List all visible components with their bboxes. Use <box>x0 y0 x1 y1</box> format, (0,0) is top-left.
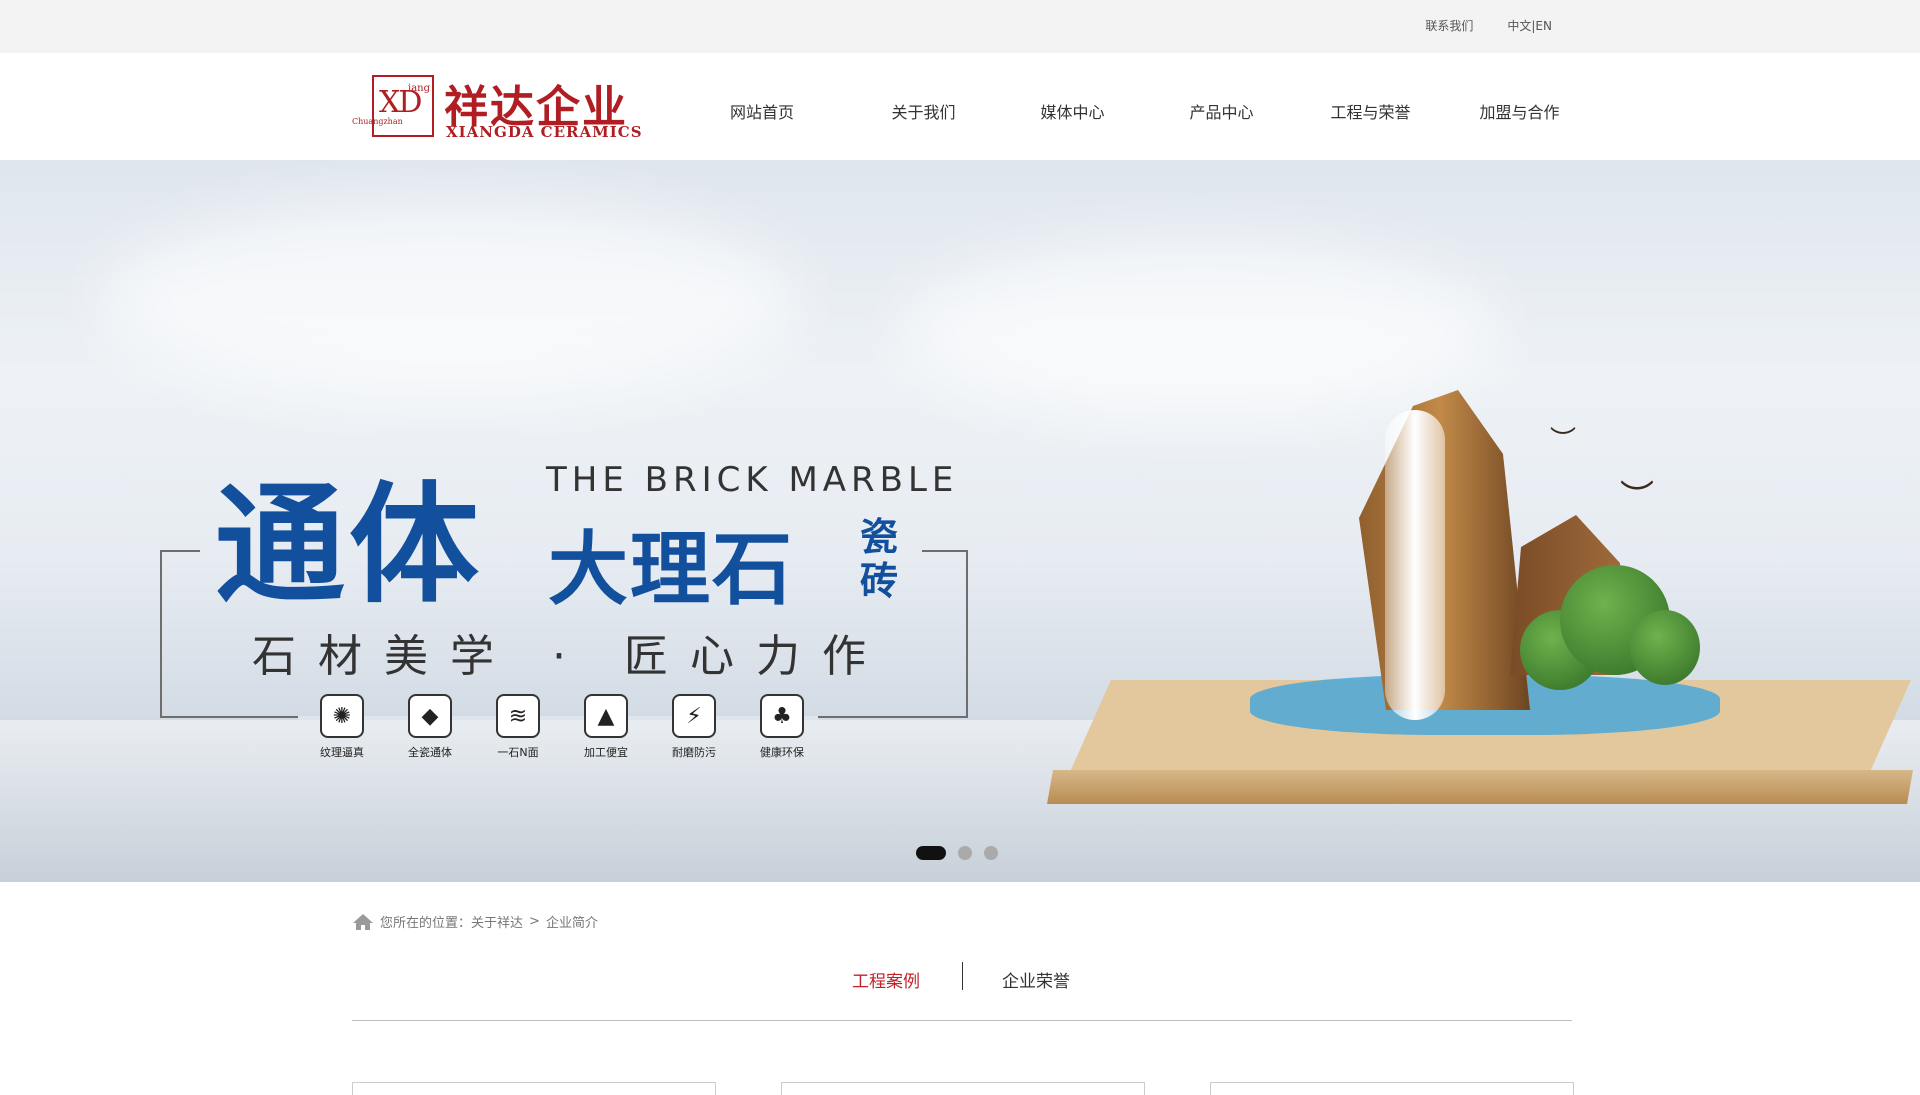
banner-small-text: 瓷砖 <box>860 515 899 603</box>
tree <box>1630 610 1700 685</box>
top-bar: 联系我们 中文|EN <box>0 0 1920 53</box>
diamond-icon: ◆ <box>408 694 452 738</box>
main-nav: 网站首页 关于我们 媒体中心 产品中心 工程与荣誉 加盟与合作 <box>700 99 1600 123</box>
frame-line <box>160 550 200 552</box>
feature-label: 健康环保 <box>760 746 804 759</box>
nav-about[interactable]: 关于我们 <box>849 99 998 123</box>
nav-home[interactable]: 网站首页 <box>700 99 849 123</box>
section-divider <box>352 1020 1572 1021</box>
logo-english-name: XIANGDA CERAMICS <box>446 123 643 141</box>
breadcrumb: 您所在的位置： 关于祥达 > 企业简介 <box>352 912 598 931</box>
top-links: 联系我们 中文|EN <box>1425 17 1552 34</box>
feature-item: ≋ 一石N面 <box>496 694 540 760</box>
logo[interactable]: XD iang Chuangzhan 祥达企业 XIANGDA CERAMICS <box>352 73 652 143</box>
island-illustration: ︶ ︶ <box>1047 310 1920 810</box>
feature-label: 全瓷通体 <box>408 746 452 759</box>
slide-dot-3[interactable] <box>984 846 998 860</box>
slide-dot-2[interactable] <box>958 846 972 860</box>
contact-link[interactable]: 联系我们 <box>1425 17 1473 34</box>
feature-item: ⚡ 耐磨防污 <box>672 694 716 760</box>
feature-label: 加工便宜 <box>584 746 628 759</box>
logo-mark: XD iang <box>372 75 434 137</box>
slide-dots <box>916 846 998 860</box>
texture-icon: ✺ <box>320 694 364 738</box>
case-card[interactable] <box>1210 1082 1574 1095</box>
breadcrumb-current[interactable]: 企业简介 <box>546 912 598 931</box>
breadcrumb-about[interactable]: 关于祥达 <box>471 912 523 931</box>
frame-line <box>922 550 968 552</box>
case-cards <box>352 1082 1574 1095</box>
eagle-icon: ︶ <box>1620 478 1654 518</box>
banner-english: THE BRICK MARBLE <box>546 460 959 500</box>
tab-project-cases[interactable]: 工程案例 <box>852 967 920 992</box>
nav-projects[interactable]: 工程与荣誉 <box>1296 99 1445 123</box>
logo-side-text: Chuangzhan <box>352 117 403 126</box>
nav-media[interactable]: 媒体中心 <box>998 99 1147 123</box>
slide-dot-1[interactable] <box>916 846 946 860</box>
feature-list: ✺ 纹理逼真 ◆ 全瓷通体 ≋ 一石N面 ▲ 加工便宜 ⚡ 耐磨防污 ♣ 健康环… <box>320 694 804 760</box>
language-switch[interactable]: 中文|EN <box>1507 17 1552 34</box>
cloud-decoration <box>100 200 800 400</box>
header: XD iang Chuangzhan 祥达企业 XIANGDA CERAMICS… <box>0 53 1920 160</box>
feature-item: ✺ 纹理逼真 <box>320 694 364 760</box>
marble-slab-edge <box>1047 770 1913 804</box>
banner-main-text: 大理石 <box>548 523 794 616</box>
breadcrumb-separator: > <box>529 914 540 929</box>
mountain-icon: ▲ <box>584 694 628 738</box>
feature-label: 纹理逼真 <box>320 746 364 759</box>
banner-big-text: 通体 <box>215 469 484 621</box>
tab-honors[interactable]: 企业荣誉 <box>1002 967 1070 992</box>
waterfall <box>1385 410 1445 720</box>
case-card[interactable] <box>781 1082 1145 1095</box>
lightning-icon: ⚡ <box>672 694 716 738</box>
tab-divider <box>962 962 963 990</box>
logo-mark-small: iang <box>408 83 431 94</box>
home-icon <box>353 913 373 930</box>
banner-tagline: 石材美学 · 匠心力作 <box>252 631 888 682</box>
nav-franchise[interactable]: 加盟与合作 <box>1445 99 1594 123</box>
nav-products[interactable]: 产品中心 <box>1147 99 1296 123</box>
breadcrumb-prefix: 您所在的位置： <box>380 916 472 931</box>
eagle-icon: ︶ <box>1550 426 1577 456</box>
hero-banner[interactable]: 通体 THE BRICK MARBLE 大理石 瓷砖 石材美学 · 匠心力作 ✺… <box>0 160 1920 882</box>
layers-icon: ≋ <box>496 694 540 738</box>
feature-item: ♣ 健康环保 <box>760 694 804 760</box>
feature-item: ▲ 加工便宜 <box>584 694 628 760</box>
case-card[interactable] <box>352 1082 716 1095</box>
leaf-icon: ♣ <box>760 694 804 738</box>
feature-item: ◆ 全瓷通体 <box>408 694 452 760</box>
feature-label: 耐磨防污 <box>672 746 716 759</box>
section-tabs: 工程案例 企业荣誉 <box>0 962 1920 992</box>
feature-label: 一石N面 <box>497 746 539 759</box>
